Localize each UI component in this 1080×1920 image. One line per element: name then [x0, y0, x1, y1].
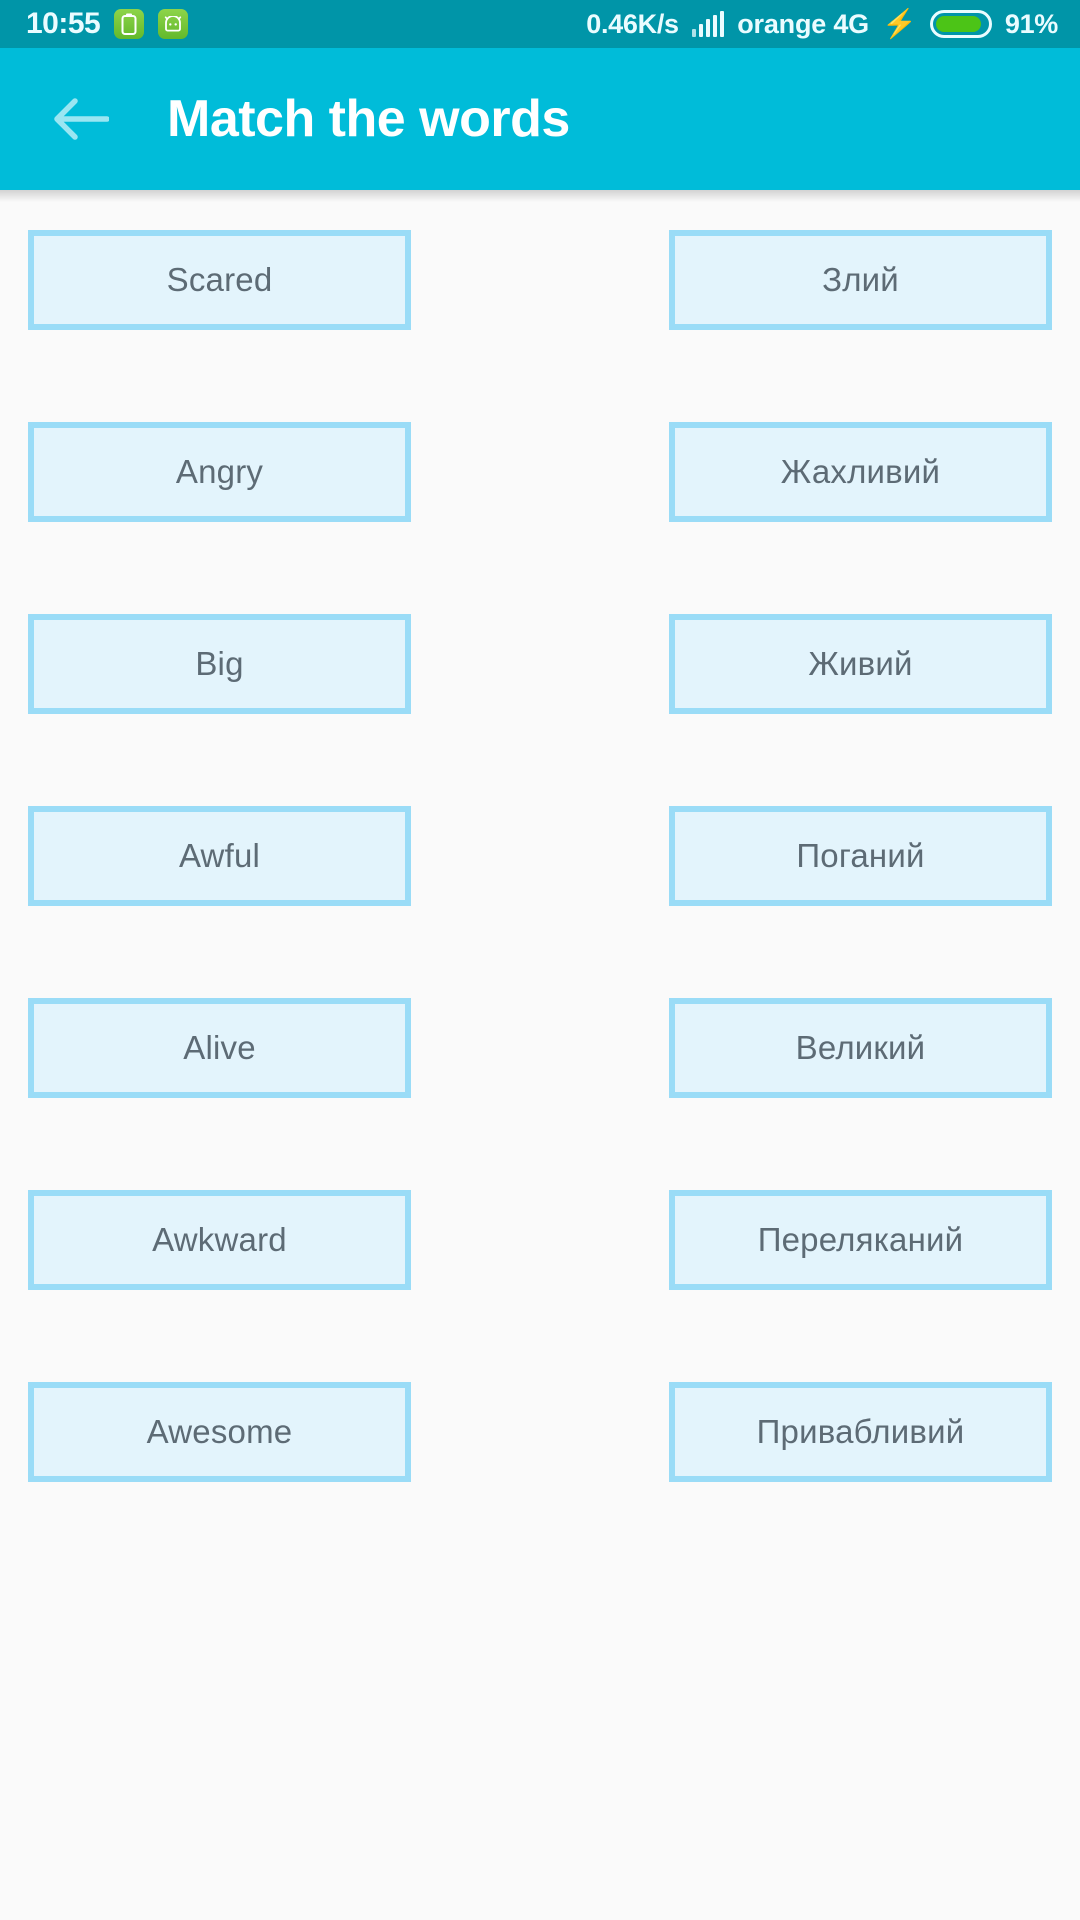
signal-bars-icon — [691, 11, 725, 37]
word-card-left[interactable]: Awesome — [28, 1382, 411, 1482]
match-row: Awful Поганий — [28, 806, 1052, 906]
word-card-label: Поганий — [796, 837, 925, 874]
word-card-right[interactable]: Великий — [669, 998, 1052, 1098]
word-card-right[interactable]: Переляканий — [669, 1190, 1052, 1290]
app-bar: Match the words — [0, 48, 1080, 202]
back-button[interactable] — [52, 90, 110, 148]
android-robot-icon — [158, 9, 189, 39]
carrier-label: orange 4G — [737, 8, 869, 39]
word-card-right[interactable]: Привабливий — [669, 1382, 1052, 1482]
word-card-label: Angry — [175, 453, 264, 490]
back-arrow-icon — [54, 98, 109, 140]
word-card-right[interactable]: Поганий — [669, 806, 1052, 906]
word-card-left[interactable]: Awful — [28, 806, 411, 906]
word-card-left[interactable]: Angry — [28, 422, 411, 522]
status-clock: 10:55 — [26, 7, 101, 40]
word-card-label: Великий — [795, 1029, 926, 1066]
word-card-left[interactable]: Scared — [28, 230, 411, 330]
word-card-label: Злий — [822, 261, 899, 298]
word-card-left[interactable]: Big — [28, 614, 411, 714]
status-bar-left: 10:55 — [26, 7, 189, 41]
word-card-right[interactable]: Живий — [669, 614, 1052, 714]
battery-icon — [929, 10, 992, 38]
word-card-label: Живий — [808, 645, 913, 682]
word-card-right[interactable]: Злий — [669, 230, 1052, 330]
word-card-label: Жахливий — [780, 453, 941, 490]
word-card-right[interactable]: Жахливий — [669, 422, 1052, 522]
word-card-label: Awkward — [152, 1221, 287, 1258]
status-bar: 10:55 0.46K/s orange 4G ⚡ 91% — [0, 0, 1080, 48]
battery-percent: 91% — [1004, 8, 1058, 39]
word-card-label: Big — [195, 645, 244, 682]
page-title: Match the words — [167, 90, 570, 148]
network-speed: 0.46K/s — [586, 8, 679, 39]
match-row: Awesome Привабливий — [28, 1382, 1052, 1482]
word-card-label: Привабливий — [756, 1413, 965, 1450]
match-row: Angry Жахливий — [28, 422, 1052, 522]
match-row: Big Живий — [28, 614, 1052, 714]
word-card-label: Awful — [178, 837, 261, 874]
match-grid: Scared Злий Angry Жахливий Big Живий Awf… — [0, 230, 1080, 1482]
word-card-label: Awesome — [146, 1413, 293, 1450]
word-card-label: Переляканий — [757, 1221, 964, 1258]
word-card-label: Alive — [183, 1029, 256, 1066]
match-row: Awkward Переляканий — [28, 1190, 1052, 1290]
match-row: Scared Злий — [28, 230, 1052, 330]
match-row: Alive Великий — [28, 998, 1052, 1098]
word-card-label: Scared — [166, 261, 273, 298]
word-card-left[interactable]: Awkward — [28, 1190, 411, 1290]
battery-saver-icon — [114, 9, 145, 39]
status-bar-right: 0.46K/s orange 4G ⚡ 91% — [586, 9, 1058, 40]
word-card-left[interactable]: Alive — [28, 998, 411, 1098]
charging-bolt-icon: ⚡ — [881, 8, 917, 39]
